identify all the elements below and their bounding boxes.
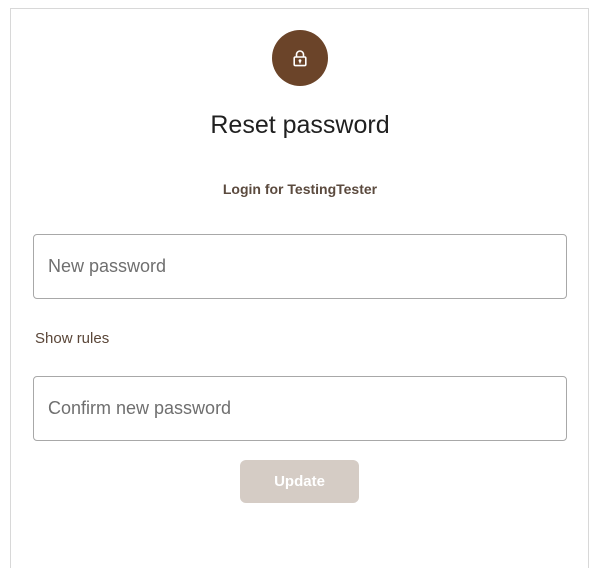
- confirm-password-field: [33, 376, 567, 441]
- lock-icon: [293, 50, 307, 67]
- login-subtitle: Login for TestingTester: [222, 181, 378, 197]
- new-password-field: [33, 234, 567, 299]
- new-password-input[interactable]: [34, 235, 566, 298]
- page-title: Reset password: [210, 111, 390, 139]
- confirm-password-input[interactable]: [34, 377, 566, 440]
- update-button[interactable]: Update: [240, 460, 359, 503]
- show-rules-link[interactable]: Show rules: [35, 330, 109, 348]
- lock-badge: [272, 30, 328, 86]
